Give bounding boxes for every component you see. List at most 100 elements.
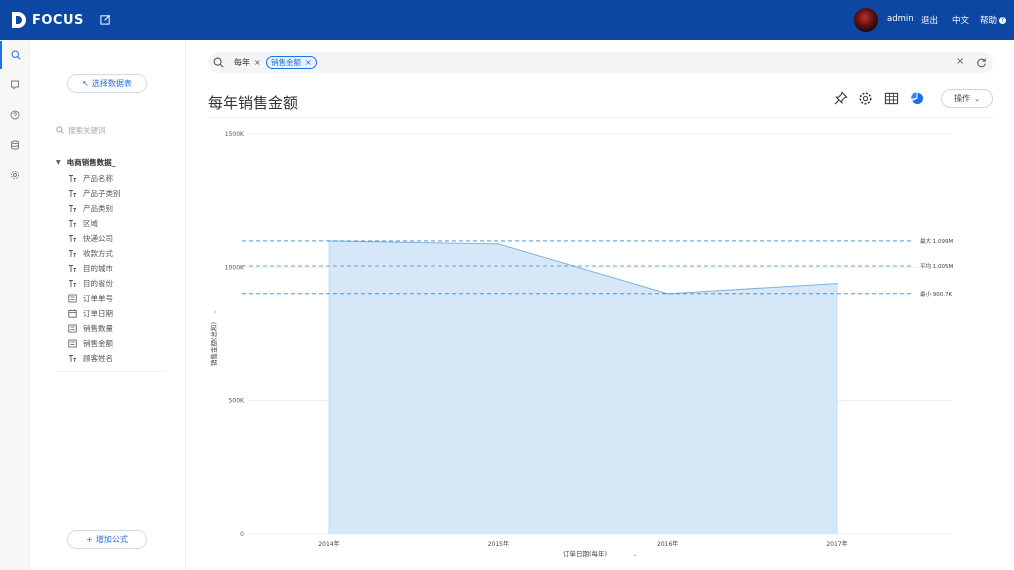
- data-panel: ↖ 选择数据表 搜索关键词 ▼ 电商销售数据_ 产品名称产品子类别产品类别区域快…: [30, 40, 186, 570]
- help-icon: [10, 110, 20, 120]
- token-chip[interactable]: 每年 ×: [234, 56, 261, 69]
- x-tick-label: 2014年: [318, 540, 339, 548]
- top-bar: FOCUS admin 退出 中文 帮助?: [0, 0, 1014, 40]
- field-item[interactable]: 订单日期: [68, 307, 113, 319]
- data-point: [836, 282, 838, 285]
- token-chip-active[interactable]: 销售金额 ×: [266, 56, 317, 69]
- search-placeholder: 搜索关键词: [68, 125, 106, 135]
- text-field-icon: [68, 249, 77, 258]
- help-icon: ?: [999, 17, 1007, 24]
- text-field-icon: [68, 279, 77, 288]
- text-field-icon: [68, 234, 77, 243]
- gear-icon[interactable]: [858, 91, 873, 106]
- close-icon[interactable]: ×: [254, 58, 261, 67]
- field-label: 产品类别: [83, 203, 113, 213]
- field-label: 目的省份: [83, 278, 113, 288]
- y-tick-label: 500K: [229, 398, 245, 405]
- area-fill: [329, 240, 837, 534]
- field-label: 产品名称: [83, 173, 113, 183]
- arrow-icon: ↖: [82, 79, 89, 88]
- field-item[interactable]: 销售金额: [68, 337, 113, 349]
- bookmark-icon: [11, 80, 19, 90]
- username[interactable]: admin: [887, 14, 914, 24]
- refresh-icon[interactable]: [976, 57, 987, 68]
- text-field-icon: [68, 189, 77, 198]
- logout-link[interactable]: 退出: [921, 14, 938, 26]
- field-item[interactable]: 产品类别: [68, 202, 113, 214]
- pie-chart-icon[interactable]: [910, 91, 925, 106]
- chevron-right-icon: ⌄: [211, 309, 218, 314]
- language-switch[interactable]: 中文: [952, 14, 969, 26]
- text-field-icon: [68, 354, 77, 363]
- y-tick-label: 1500K: [225, 131, 245, 138]
- operations-label: 操作: [954, 94, 971, 103]
- field-item[interactable]: 目的城市: [68, 262, 113, 274]
- field-item[interactable]: 区域: [68, 217, 98, 229]
- page-title: 每年销售金额: [208, 94, 299, 112]
- number-field-icon: [68, 324, 77, 333]
- search-icon: [213, 57, 224, 68]
- text-field-icon: [68, 204, 77, 213]
- field-label: 订单单号: [83, 293, 113, 303]
- chevron-down-icon: ⌄: [974, 94, 980, 103]
- text-field-icon: [68, 264, 77, 273]
- nav-pinboard[interactable]: [0, 71, 30, 99]
- plus-icon: +: [86, 535, 93, 544]
- calendar-icon: [68, 309, 77, 318]
- field-item[interactable]: 产品名称: [68, 172, 113, 184]
- caret-down-icon: ▼: [56, 159, 61, 166]
- add-formula-button[interactable]: + 增加公式: [67, 530, 147, 549]
- x-tick-label: 2017年: [826, 540, 847, 548]
- field-item[interactable]: 目的省份: [68, 277, 113, 289]
- data-point: [497, 243, 500, 245]
- field-item[interactable]: 收款方式: [68, 247, 113, 259]
- number-field-icon: [68, 294, 77, 303]
- reference-label: 最小 900.7K: [920, 290, 952, 298]
- data-point: [666, 293, 669, 295]
- search-icon: [11, 50, 21, 60]
- field-item[interactable]: 产品子类别: [68, 187, 121, 199]
- field-item[interactable]: 快递公司: [68, 232, 113, 244]
- close-icon[interactable]: ×: [305, 58, 312, 67]
- edit-icon[interactable]: [100, 14, 111, 25]
- x-tick-label: 2015年: [488, 540, 509, 548]
- pin-icon[interactable]: [833, 91, 848, 106]
- nav-data[interactable]: [0, 131, 30, 159]
- field-label: 销售金额: [83, 338, 113, 348]
- number-field-icon: [68, 339, 77, 348]
- table-tree-root[interactable]: ▼ 电商销售数据_: [56, 157, 115, 168]
- app-name: FOCUS: [32, 12, 84, 28]
- nav-settings[interactable]: [0, 161, 30, 189]
- text-field-icon: [68, 219, 77, 228]
- logo-mark-icon: [12, 12, 26, 28]
- field-label: 收款方式: [83, 248, 113, 258]
- operations-dropdown[interactable]: 操作 ⌄: [941, 89, 993, 108]
- field-item[interactable]: 订单单号: [68, 292, 113, 304]
- nav-search[interactable]: [0, 41, 30, 69]
- logo[interactable]: FOCUS: [10, 10, 84, 30]
- divider: [208, 117, 993, 118]
- field-label: 区域: [83, 218, 98, 228]
- nav-help[interactable]: [0, 101, 30, 129]
- field-item[interactable]: 顾客姓名: [68, 352, 113, 364]
- field-item[interactable]: 销售数量: [68, 322, 113, 334]
- field-label: 订单日期: [83, 308, 113, 318]
- y-tick-label: 1000K: [225, 264, 245, 271]
- select-table-button[interactable]: ↖ 选择数据表: [67, 74, 147, 93]
- add-formula-label: 增加公式: [95, 535, 128, 544]
- field-label: 快递公司: [83, 233, 113, 243]
- field-label: 销售数量: [83, 323, 113, 333]
- token-label: 销售金额: [271, 58, 301, 67]
- table-icon[interactable]: [884, 91, 899, 106]
- divider: [56, 371, 166, 372]
- x-tick-label: 2016年: [657, 540, 678, 548]
- field-search-input[interactable]: 搜索关键词: [56, 123, 166, 137]
- area-chart: 0 500K 1000K 1500K 最大 1.099M 平均 1.005M 最小 900.…: [209, 131, 953, 558]
- help-link[interactable]: 帮助?: [980, 14, 1007, 26]
- nav-rail: [0, 40, 30, 570]
- y-axis-title: 销售金额(总和): [209, 322, 218, 366]
- clear-icon[interactable]: ×: [956, 56, 964, 67]
- query-search-bar[interactable]: 每年 × 销售金额 × ×: [208, 52, 993, 73]
- avatar[interactable]: [853, 7, 879, 33]
- reference-label: 平均 1.005M: [920, 262, 953, 270]
